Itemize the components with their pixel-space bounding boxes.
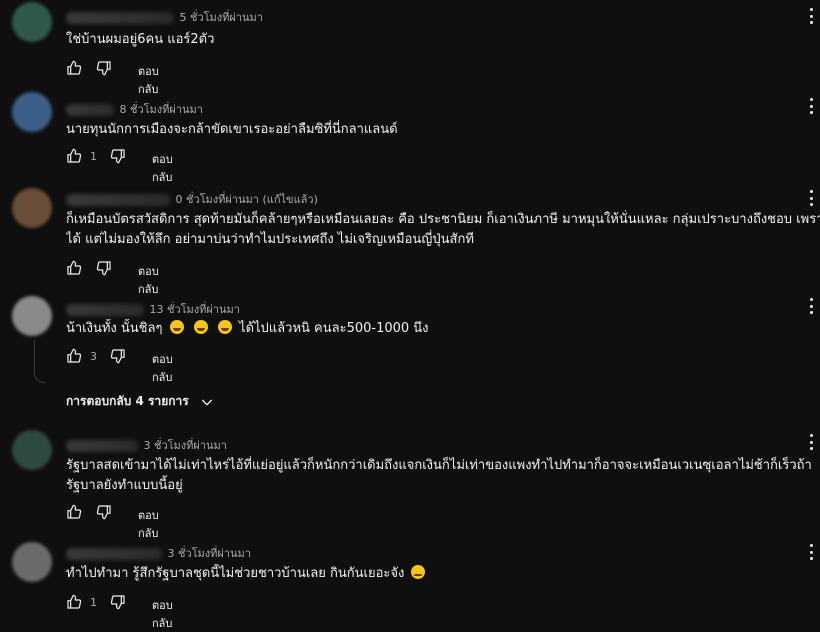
comment-item: 5 ชั่วโมงที่ผ่านมา ใช่บ้านผมอยู่6คน แอร์… [0,0,820,96]
like-button[interactable] [66,260,82,276]
comment-text: น้าเงินทั้ง นั้นชิลๆ ได้ไปแล้วหนิ คนละ50… [66,320,429,336]
avatar[interactable] [12,92,52,132]
comment-timestamp[interactable]: 3 ชั่วโมงที่ผ่านมา [144,439,228,452]
comment-meta: 3 ชั่วโมงที่ผ่านมา [66,436,227,452]
more-options-icon[interactable] [808,98,814,114]
comment-item: 8 ชั่วโมงที่ผ่านมา นายทุนนักการเมืองจะกล… [0,90,820,184]
avatar[interactable] [12,430,52,470]
comment-text: ก็เหมือนบัตรสวัสดิการ สุดท้ายมันก็คล้ายๆ… [66,212,820,247]
comment-timestamp[interactable]: 8 ชั่วโมงที่ผ่านมา [120,103,204,116]
dislike-button[interactable] [110,348,126,364]
thumbs-up-icon [66,60,82,76]
more-options-icon[interactable] [808,298,814,314]
author-name-blurred[interactable] [66,304,144,316]
comment-meta: 13 ชั่วโมงที่ผ่านมา [66,300,240,316]
thumbs-down-icon [96,504,112,520]
avatar[interactable] [12,2,52,42]
comment-timestamp[interactable]: 13 ชั่วโมงที่ผ่านมา [150,303,241,316]
dislike-button[interactable] [110,148,126,164]
like-button[interactable]: 1 [66,594,97,610]
avatar[interactable] [12,542,52,582]
more-options-icon[interactable] [808,434,814,450]
author-name-blurred[interactable] [66,194,170,206]
view-replies-button[interactable]: การตอบกลับ 4 รายการ [66,392,215,411]
grinning-sweat-emoji-icon [217,320,232,334]
dislike-button[interactable] [96,60,112,76]
more-options-icon[interactable] [808,544,814,560]
like-count: 1 [90,149,97,163]
thumbs-up-icon [66,260,82,276]
dislike-button[interactable] [96,504,112,520]
comment-text: รัฐบาลสดเข้ามาได้ไม่เท่าไหร่ไอ้ที่แย่อยู… [66,458,812,493]
more-options-icon[interactable] [808,8,814,24]
reply-button[interactable]: ตอบกลับ [152,596,173,632]
author-name-blurred[interactable] [66,104,114,116]
avatar[interactable] [12,188,52,228]
grinning-sweat-emoji-icon [169,320,184,334]
comment-meta: 0 ชั่วโมงที่ผ่านมา (แก้ไขแล้ว) [66,190,318,206]
reply-button[interactable]: ตอบกลับ [152,350,173,386]
thumbs-down-icon [110,594,126,610]
thumbs-up-icon [66,148,82,164]
like-button[interactable] [66,504,82,520]
thumbs-down-icon [110,148,126,164]
grinning-sweat-emoji-icon [193,320,208,334]
comment-meta: 5 ชั่วโมงที่ผ่านมา [66,8,263,24]
dislike-button[interactable] [110,594,126,610]
comment-item: 0 ชั่วโมงที่ผ่านมา (แก้ไขแล้ว) ก็เหมือนบ… [0,180,820,296]
comment-item: 3 ชั่วโมงที่ผ่านมา ทำไปทำมา รู้สึกรัฐบาล… [0,536,820,630]
comment-meta: 8 ชั่วโมงที่ผ่านมา [66,100,203,116]
author-name-blurred[interactable] [66,440,138,452]
comment-timestamp[interactable]: 3 ชั่วโมงที่ผ่านมา [168,547,252,560]
like-button[interactable]: 1 [66,148,97,164]
comment-meta: 3 ชั่วโมงที่ผ่านมา [66,544,251,560]
like-button[interactable]: 3 [66,348,97,364]
replies-count-label: การตอบกลับ 4 รายการ [66,394,189,408]
more-options-icon[interactable] [808,190,814,206]
thumbs-down-icon [96,60,112,76]
avatar[interactable] [12,296,52,336]
author-name-blurred[interactable] [66,548,162,560]
comment-text: ทำไปทำมา รู้สึกรัฐบาลชุดนี้ไม่ช่วยชาวบ้า… [66,564,820,584]
comment-text: นายทุนนักการเมืองจะกล้าขัดเขาเรอะอย่าลืม… [66,122,398,137]
like-count: 1 [90,595,97,609]
comment-item: 3 ชั่วโมงที่ผ่านมา รัฐบาลสดเข้ามาได้ไม่เ… [0,428,820,540]
comment-text: ใช่บ้านผมอยู่6คน แอร์2ตัว [66,32,215,47]
thumbs-down-icon [96,260,112,276]
comment-timestamp[interactable]: 0 ชั่วโมงที่ผ่านมา (แก้ไขแล้ว) [176,193,318,206]
sad-face-emoji-icon [411,565,426,579]
comment-item: 13 ชั่วโมงที่ผ่านมา น้าเงินทั้ง นั้นชิลๆ… [0,290,820,384]
thumbs-up-icon [66,594,82,610]
like-count: 3 [90,349,97,363]
author-name-blurred[interactable] [66,12,174,24]
dislike-button[interactable] [96,260,112,276]
thumbs-up-icon [66,504,82,520]
comment-timestamp[interactable]: 5 ชั่วโมงที่ผ่านมา [180,11,264,24]
chevron-down-icon [199,394,215,410]
thumbs-down-icon [110,348,126,364]
thumbs-up-icon [66,348,82,364]
like-button[interactable] [66,60,82,76]
thread-connector [34,340,45,383]
